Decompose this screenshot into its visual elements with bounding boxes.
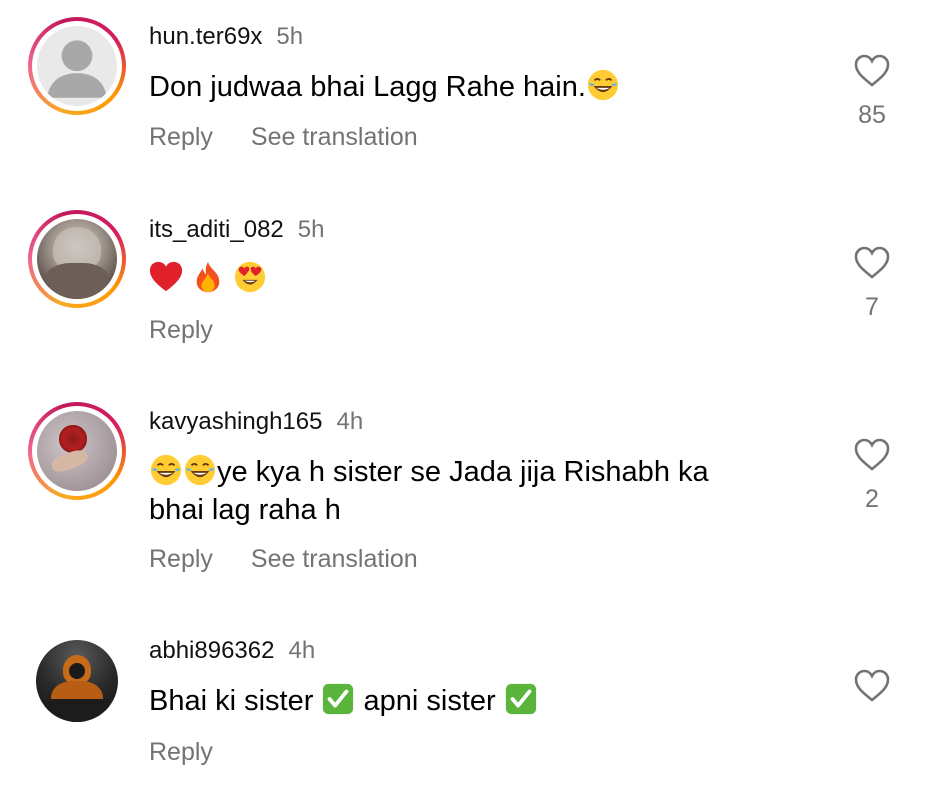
comment-text: Don judwaa bhai Lagg Rahe hain.: [149, 68, 789, 106]
avatar[interactable]: [28, 17, 126, 115]
heart-icon[interactable]: [850, 669, 894, 703]
username[interactable]: kavyashingh165: [149, 408, 322, 435]
timestamp: 4h: [288, 637, 316, 664]
username[interactable]: abhi896362: [149, 637, 274, 664]
see-translation-button[interactable]: See translation: [251, 544, 418, 574]
heart-icon[interactable]: [850, 54, 894, 88]
heart-eyes-face-icon: [233, 260, 267, 294]
like-count: 2: [865, 485, 879, 513]
face-with-tears-of-joy-icon: [586, 68, 620, 102]
reply-button[interactable]: Reply: [149, 737, 213, 767]
reply-button[interactable]: Reply: [149, 315, 213, 345]
hooded-figure-photo: [36, 640, 118, 722]
check-mark-button-icon: [321, 682, 355, 716]
username[interactable]: its_aditi_082: [149, 216, 284, 243]
comment-text: [149, 260, 789, 298]
face-with-tears-of-joy-icon: [149, 453, 183, 487]
reply-button[interactable]: Reply: [149, 544, 213, 574]
fire-icon: [191, 260, 225, 294]
username[interactable]: hun.ter69x: [149, 23, 262, 50]
timestamp: 5h: [276, 23, 304, 50]
timestamp: 5h: [297, 216, 325, 243]
red-heart-icon: [149, 260, 183, 294]
avatar[interactable]: [28, 402, 126, 500]
comment-text: ye kya h sister se Jada jija Rishabh ka …: [149, 453, 789, 529]
like-count: 7: [865, 293, 879, 321]
heart-icon[interactable]: [850, 438, 894, 472]
reply-button[interactable]: Reply: [149, 122, 213, 152]
profile-photo: [37, 219, 117, 299]
rose-photo: [37, 411, 117, 491]
avatar[interactable]: [36, 640, 118, 722]
heart-icon[interactable]: [850, 246, 894, 280]
avatar[interactable]: [28, 210, 126, 308]
see-translation-button[interactable]: See translation: [251, 122, 418, 152]
default-person-icon: [47, 40, 107, 98]
face-with-tears-of-joy-icon: [183, 453, 217, 487]
check-mark-button-icon: [504, 682, 538, 716]
like-count: 85: [858, 101, 886, 129]
comment-text: Bhai ki sister apni sister: [149, 682, 789, 720]
timestamp: 4h: [336, 408, 364, 435]
